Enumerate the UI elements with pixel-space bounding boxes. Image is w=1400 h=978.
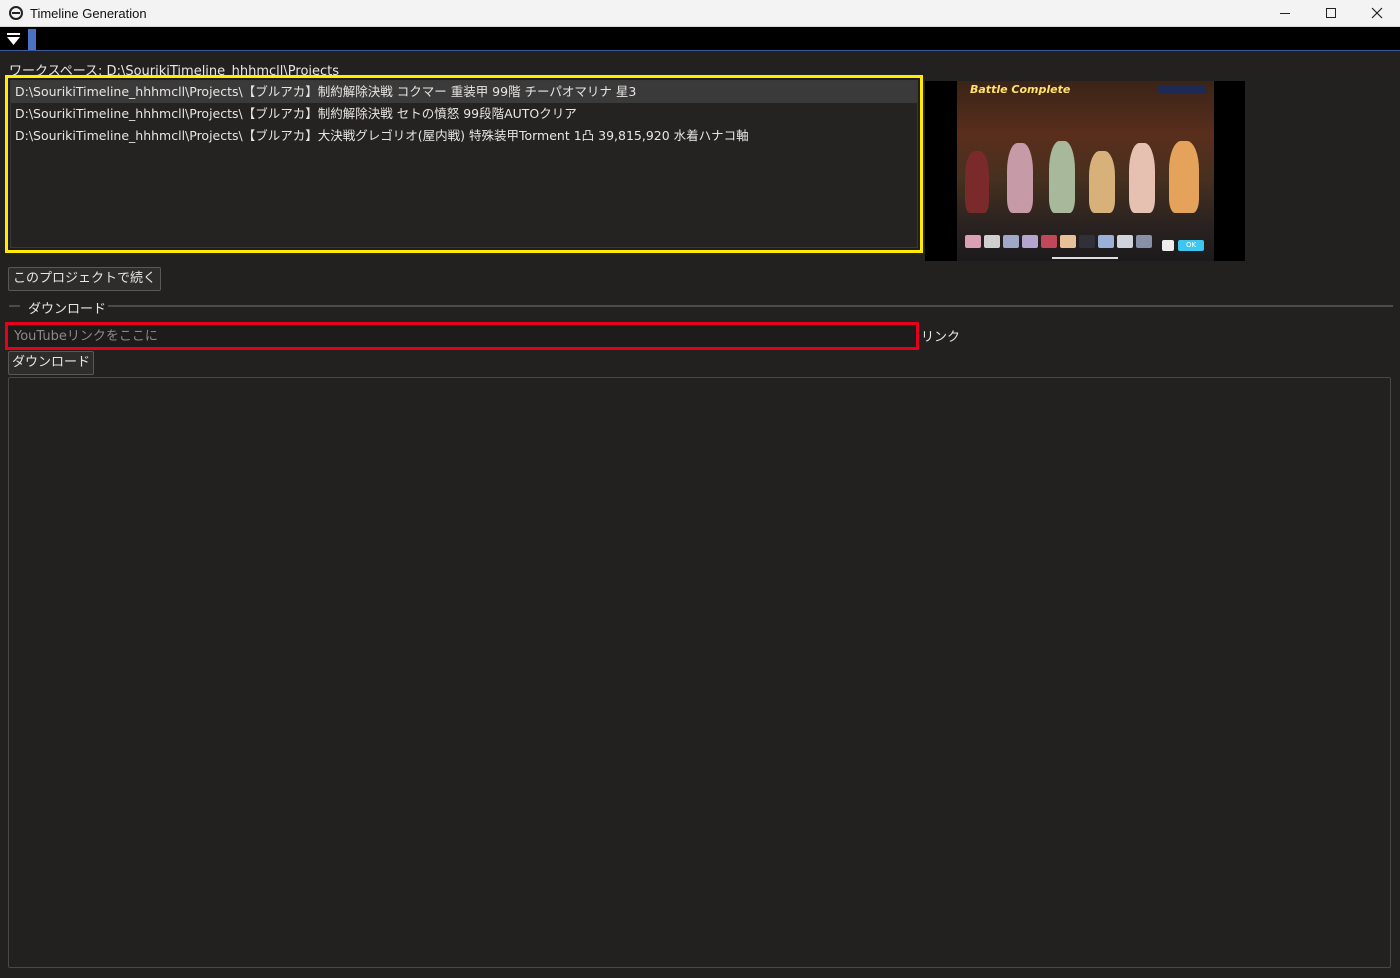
project-item[interactable]: D:\SourikiTimeline_hhhmcll\Projects\【ブルア… <box>11 103 917 125</box>
download-button[interactable]: ダウンロード <box>8 351 95 375</box>
continue-project-button[interactable]: このプロジェクトで続く <box>8 267 162 291</box>
close-button[interactable] <box>1354 0 1400 26</box>
video-thumbnail: Battle Complete OK <box>925 81 1245 261</box>
timer-badge <box>1158 85 1206 93</box>
thumbnail-progress <box>1052 257 1118 259</box>
close-icon <box>1371 7 1383 19</box>
maximize-button[interactable] <box>1308 0 1354 26</box>
window-title: Timeline Generation <box>30 5 147 21</box>
project-item[interactable]: D:\SourikiTimeline_hhhmcll\Projects\【ブルア… <box>11 81 917 103</box>
ok-badge: OK <box>1178 240 1204 251</box>
battle-complete-banner: Battle Complete <box>970 83 1071 96</box>
youtube-link-input[interactable] <box>10 327 914 345</box>
download-log-area[interactable] <box>8 377 1391 968</box>
project-list-box: D:\SourikiTimeline_hhhmcll\Projects\【ブルア… <box>10 80 918 248</box>
stats-icon <box>1162 240 1174 251</box>
thumbnail-image: Battle Complete OK <box>957 81 1214 261</box>
party-icons <box>965 235 1155 249</box>
link-label: リンク <box>921 330 961 345</box>
download-section-heading: ダウンロード <box>28 302 107 317</box>
link-input-frame <box>5 322 919 350</box>
project-item[interactable]: D:\SourikiTimeline_hhhmcll\Projects\【ブルア… <box>11 125 917 147</box>
minimize-button[interactable] <box>1262 0 1308 26</box>
app-icon <box>9 6 23 20</box>
maximize-icon <box>1326 8 1336 18</box>
project-list[interactable]: D:\SourikiTimeline_hhhmcll\Projects\【ブルア… <box>5 75 923 253</box>
title-bar: Timeline Generation <box>0 0 1400 27</box>
tool-strip <box>0 27 1400 51</box>
section-divider <box>108 305 1393 307</box>
tab-marker[interactable] <box>28 29 36 50</box>
section-divider <box>9 305 20 307</box>
triangle-menu-icon[interactable] <box>6 32 21 46</box>
minimize-icon <box>1280 12 1290 14</box>
